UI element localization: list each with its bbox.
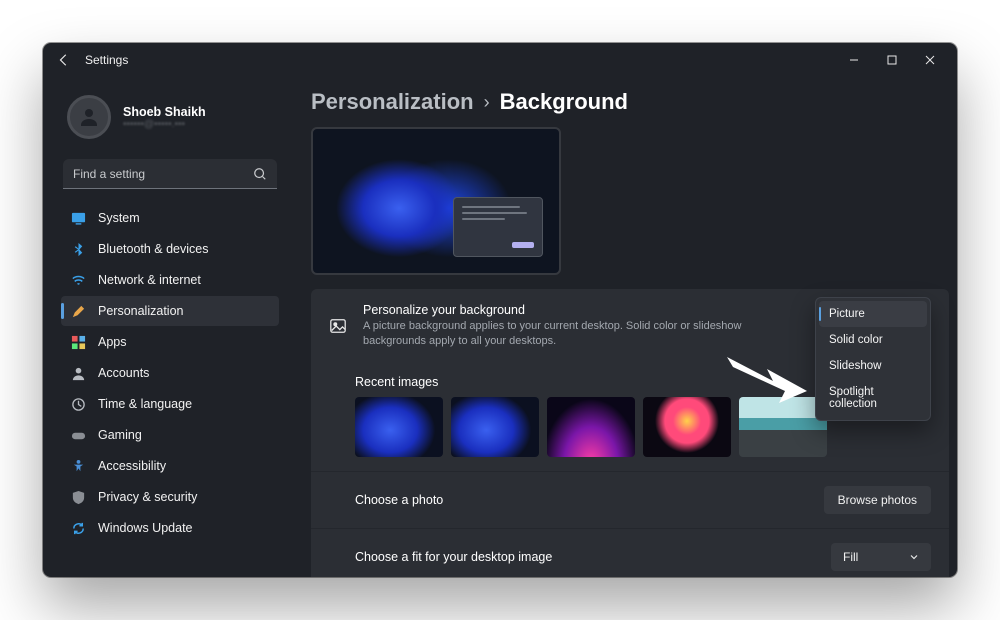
breadcrumb: Personalization › Background [311, 89, 949, 115]
nav: System Bluetooth & devices Network & int… [61, 203, 279, 543]
sidebar-item-label: System [98, 211, 140, 225]
sidebar-item-label: Apps [98, 335, 127, 349]
app-title: Settings [85, 53, 128, 67]
sidebar-item-label: Accounts [98, 366, 149, 380]
back-icon[interactable] [57, 53, 71, 67]
dropdown-option-slideshow[interactable]: Slideshow [819, 353, 927, 379]
close-button[interactable] [911, 46, 949, 74]
personalize-desc: A picture background applies to your cur… [363, 319, 793, 349]
sidebar-item-label: Accessibility [98, 459, 166, 473]
sidebar-item-bluetooth[interactable]: Bluetooth & devices [61, 234, 279, 264]
sidebar-item-accessibility[interactable]: Accessibility [61, 451, 279, 481]
breadcrumb-current: Background [500, 89, 628, 115]
sidebar-item-personalization[interactable]: Personalization [61, 296, 279, 326]
sidebar-item-label: Network & internet [98, 273, 201, 287]
search-icon [253, 167, 267, 181]
browse-photos-button[interactable]: Browse photos [824, 486, 931, 514]
recent-thumb[interactable] [355, 397, 443, 457]
user-name: Shoeb Shaikh [123, 105, 206, 119]
fit-value: Fill [843, 550, 858, 564]
sidebar-item-time-language[interactable]: Time & language [61, 389, 279, 419]
sidebar-item-windows-update[interactable]: Windows Update [61, 513, 279, 543]
person-icon [71, 366, 86, 381]
sidebar-item-label: Privacy & security [98, 490, 197, 504]
annotation-arrow [727, 349, 807, 403]
window-preview-overlay [453, 197, 543, 257]
picture-icon [329, 317, 347, 335]
sidebar-item-label: Personalization [98, 304, 183, 318]
bluetooth-icon [71, 242, 86, 257]
search-box[interactable] [63, 159, 277, 189]
clock-icon [71, 397, 86, 412]
wifi-icon [71, 273, 86, 288]
minimize-button[interactable] [835, 46, 873, 74]
sidebar-item-label: Time & language [98, 397, 192, 411]
dropdown-option-solid-color[interactable]: Solid color [819, 327, 927, 353]
paintbrush-icon [71, 304, 86, 319]
sidebar-item-label: Gaming [98, 428, 142, 442]
dropdown-option-picture[interactable]: Picture [819, 301, 927, 327]
apps-icon [71, 335, 86, 350]
choose-fit-label: Choose a fit for your desktop image [355, 550, 815, 564]
chevron-right-icon: › [484, 92, 490, 113]
accessibility-icon [71, 459, 86, 474]
sidebar: Shoeb Shaikh ••••••@•••••.••• System Blu… [61, 77, 287, 577]
shield-icon [71, 490, 86, 505]
chevron-down-icon [909, 552, 919, 562]
user-block[interactable]: Shoeb Shaikh ••••••@•••••.••• [61, 93, 279, 153]
sidebar-item-label: Windows Update [98, 521, 193, 535]
sidebar-item-apps[interactable]: Apps [61, 327, 279, 357]
recent-thumb[interactable] [643, 397, 731, 457]
sidebar-item-system[interactable]: System [61, 203, 279, 233]
gamepad-icon [71, 428, 86, 443]
avatar [67, 95, 111, 139]
sidebar-item-privacy[interactable]: Privacy & security [61, 482, 279, 512]
desktop-preview [311, 127, 561, 275]
background-type-dropdown: Picture Solid color Slideshow Spotlight … [815, 297, 931, 421]
sidebar-item-network[interactable]: Network & internet [61, 265, 279, 295]
recent-thumb[interactable] [739, 397, 827, 457]
update-icon [71, 521, 86, 536]
fit-select[interactable]: Fill [831, 543, 931, 571]
settings-window: Settings Shoeb Shaikh ••••••@•••••.••• [43, 43, 957, 577]
maximize-button[interactable] [873, 46, 911, 74]
dropdown-option-spotlight[interactable]: Spotlight collection [819, 379, 927, 417]
choose-photo-label: Choose a photo [355, 493, 808, 507]
user-email: ••••••@•••••.••• [123, 119, 206, 130]
recent-thumb[interactable] [451, 397, 539, 457]
sidebar-item-label: Bluetooth & devices [98, 242, 209, 256]
sidebar-item-accounts[interactable]: Accounts [61, 358, 279, 388]
display-icon [71, 211, 86, 226]
background-card: Personalize your background A picture ba… [311, 289, 949, 577]
sidebar-item-gaming[interactable]: Gaming [61, 420, 279, 450]
recent-thumb[interactable] [547, 397, 635, 457]
titlebar: Settings [43, 43, 957, 77]
search-input[interactable] [63, 159, 277, 189]
main-panel: Personalization › Background Personalize… [287, 77, 957, 577]
breadcrumb-root[interactable]: Personalization [311, 89, 474, 115]
